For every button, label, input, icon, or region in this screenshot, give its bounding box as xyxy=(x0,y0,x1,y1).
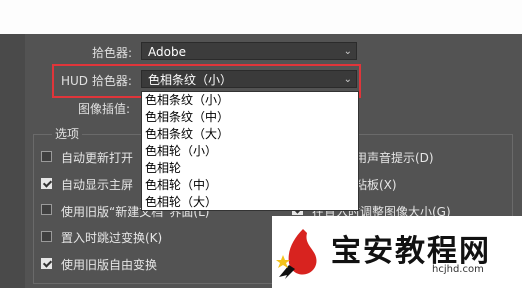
checkbox-legacy-free-transform[interactable] xyxy=(41,258,52,269)
interpolation-label: 图像插值: xyxy=(78,102,131,116)
color-picker-select[interactable]: Adobe ⌄ xyxy=(141,42,357,60)
category-sidebar xyxy=(0,34,25,288)
top-bar xyxy=(0,0,522,34)
auto-update-label: 自动更新打开 xyxy=(61,151,134,165)
dropdown-option[interactable]: 色相轮（大） xyxy=(145,194,217,211)
checkbox-auto-show-home[interactable] xyxy=(41,178,52,189)
skip-transform-label: 置入时跳过变换(K) xyxy=(61,231,163,245)
color-picker-value: Adobe xyxy=(148,45,186,59)
legacy-free-transform-label: 使用旧版自由变换 xyxy=(61,258,158,272)
dropdown-option[interactable]: 色相条纹（中） xyxy=(145,109,229,126)
dropdown-option[interactable]: 色相条纹（大） xyxy=(145,126,229,143)
dropdown-option[interactable]: 色相轮 xyxy=(145,160,181,177)
hud-picker-dropdown-list: 色相条纹（小） 色相条纹（中） 色相条纹（大） 色相轮（小） 色相轮 色相轮（中… xyxy=(141,91,359,211)
checkbox-legacy-new-doc[interactable] xyxy=(41,204,52,215)
dropdown-option[interactable]: 色相轮（中） xyxy=(145,177,217,194)
clipboard-label: 粘板(X) xyxy=(355,178,397,192)
sound-alert-label: 用声音提示(D) xyxy=(355,151,434,165)
watermark-logo-icon xyxy=(276,229,317,279)
dropdown-option[interactable]: 色相轮（小） xyxy=(145,143,217,160)
color-picker-label: 拾色器: xyxy=(92,46,133,60)
checkbox-auto-update[interactable] xyxy=(41,151,52,162)
options-title: 选项 xyxy=(52,125,83,142)
watermark-url: hcjhd.com xyxy=(432,264,484,275)
chevron-down-icon: ⌄ xyxy=(343,46,352,57)
dropdown-option[interactable]: 色相条纹（小） xyxy=(145,92,229,109)
checkbox-skip-transform[interactable] xyxy=(41,231,52,242)
auto-show-home-label: 自动显示主屏 xyxy=(61,178,134,192)
